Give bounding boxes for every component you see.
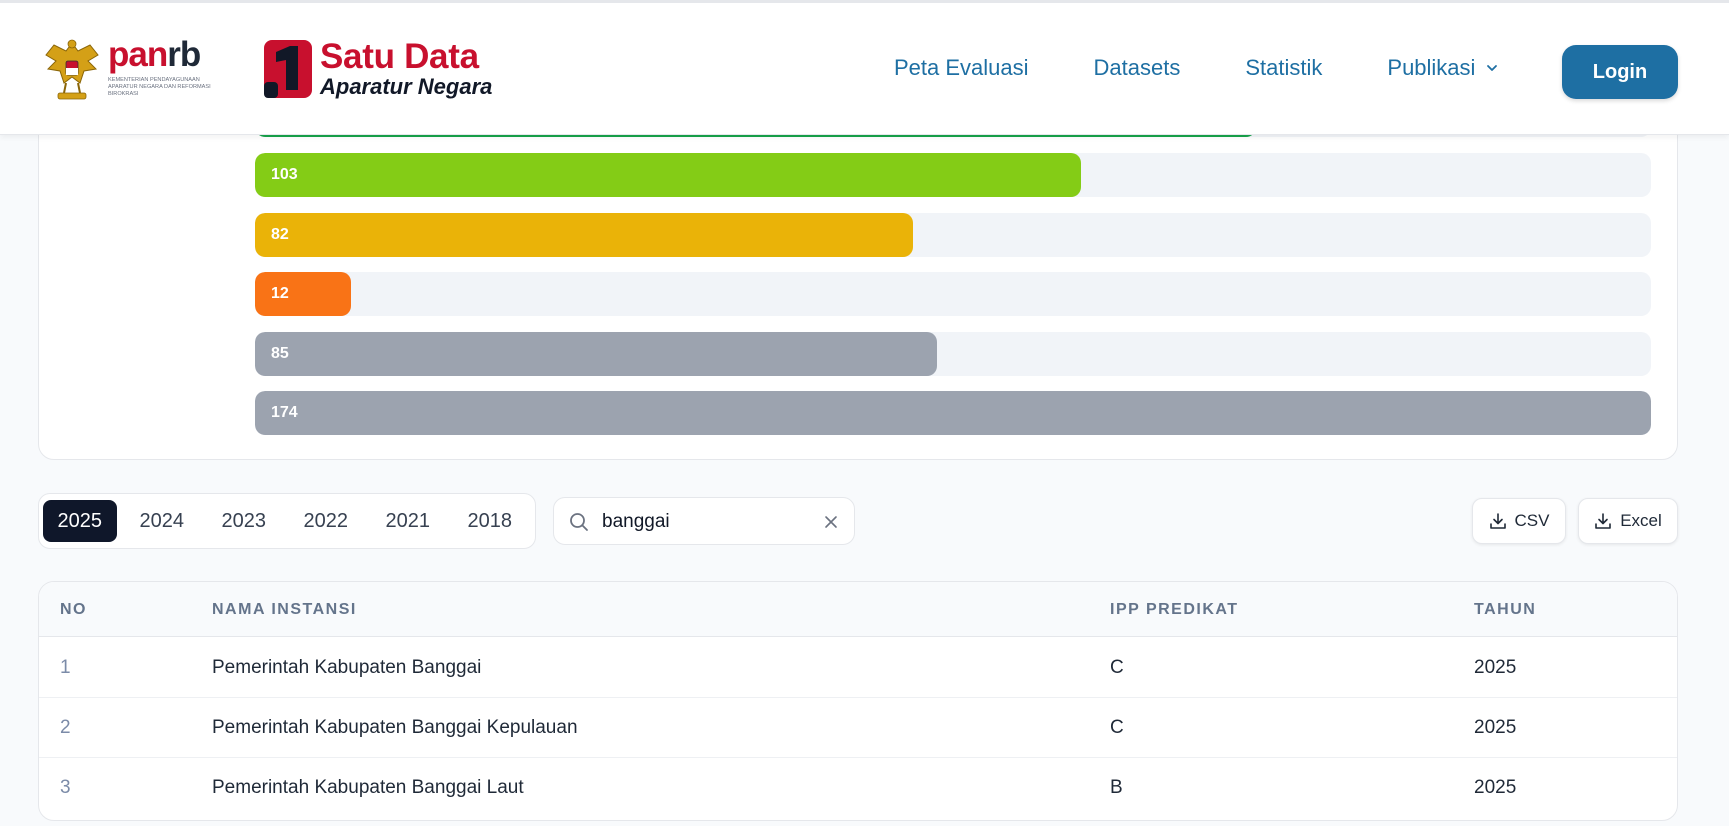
satu-data-title: Satu Data: [320, 37, 479, 76]
nav-statistik[interactable]: Statistik: [1245, 55, 1322, 81]
cell-no: 2: [60, 717, 71, 738]
chart-bar[interactable]: 174: [255, 391, 1651, 435]
chevron-down-icon: [1487, 65, 1498, 71]
chart-bar-row: D12: [39, 272, 1679, 316]
cell-no: 1: [60, 657, 71, 678]
search-icon: [570, 513, 588, 531]
chart-bar-row: -B85: [39, 332, 1679, 376]
chart-bar[interactable]: 85: [255, 332, 937, 376]
chart-bar-row: B103: [39, 153, 1679, 197]
tab-year-2022[interactable]: 2022: [289, 500, 363, 542]
panrb-wordmark: panrb: [108, 35, 201, 74]
cell-tahun: 2025: [1474, 657, 1517, 678]
download-excel-button[interactable]: Excel: [1578, 498, 1678, 544]
column-header-ipp-predikat[interactable]: IPP PREDIKAT: [1110, 582, 1239, 637]
cell-no: 3: [60, 777, 71, 798]
close-icon[interactable]: [822, 513, 840, 531]
predikat-chart-card: B103 C82 D12 -B85 -A174: [38, 93, 1679, 460]
bar-value-label: 174: [271, 404, 298, 421]
nav-peta-evaluasi[interactable]: Peta Evaluasi: [894, 55, 1029, 81]
chart-bar[interactable]: 103: [255, 153, 1081, 197]
panrb-subtitle: KEMENTERIAN PENDAYAGUNAAN APARATUR NEGAR…: [108, 77, 211, 97]
bar-value-label: 103: [271, 166, 298, 183]
bar-value-label: 85: [271, 345, 289, 362]
chart-bar[interactable]: 12: [255, 272, 351, 316]
table-row[interactable]: 2 Pemerintah Kabupaten Banggai Kepulauan…: [39, 698, 1677, 758]
year-tabs: 2025 2024 2023 2022 2021 2018: [38, 493, 536, 549]
cell-nama-instansi: Pemerintah Kabupaten Banggai Laut: [212, 777, 524, 798]
search-box: [553, 497, 855, 545]
table-row[interactable]: 1 Pemerintah Kabupaten Banggai C 2025: [39, 638, 1677, 698]
garuda-emblem-icon: [45, 39, 99, 100]
cell-predikat: C: [1110, 657, 1124, 678]
cell-predikat: B: [1110, 777, 1123, 798]
tab-year-2023[interactable]: 2023: [207, 500, 281, 542]
search-input[interactable]: [602, 506, 812, 538]
satu-data-subtitle: Aparatur Negara: [320, 74, 493, 99]
cell-nama-instansi: Pemerintah Kabupaten Banggai Kepulauan: [212, 717, 578, 738]
cell-tahun: 2025: [1474, 717, 1517, 738]
chart-bar[interactable]: 82: [255, 213, 913, 257]
bar-track: 85: [255, 332, 1651, 376]
site-header: panrb KEMENTERIAN PENDAYAGUNAAN APARATUR…: [0, 0, 1729, 135]
bar-track: 103: [255, 153, 1651, 197]
bar-track: 82: [255, 213, 1651, 257]
bar-value-label: 12: [271, 285, 289, 302]
download-csv-button[interactable]: CSV: [1472, 498, 1566, 544]
chart-bar-row: C82: [39, 213, 1679, 257]
tab-year-2024[interactable]: 2024: [125, 500, 199, 542]
column-header-no[interactable]: NO: [60, 582, 87, 637]
chart-bar-row: -A174: [39, 391, 1679, 435]
bar-track: 174: [255, 391, 1651, 435]
nav-publikasi[interactable]: Publikasi: [1387, 55, 1499, 81]
tab-year-2025[interactable]: 2025: [43, 500, 117, 542]
download-icon: [1489, 513, 1506, 529]
column-header-tahun[interactable]: TAHUN: [1474, 582, 1536, 637]
cell-predikat: C: [1110, 717, 1124, 738]
cell-nama-instansi: Pemerintah Kabupaten Banggai: [212, 657, 482, 678]
login-button[interactable]: Login: [1562, 45, 1678, 99]
table-row[interactable]: 3 Pemerintah Kabupaten Banggai Laut B 20…: [39, 758, 1677, 818]
main-nav: Peta Evaluasi Datasets Statistik Publika…: [894, 55, 1499, 81]
satu-data-mark-icon: [264, 40, 312, 98]
tab-year-2021[interactable]: 2021: [371, 500, 445, 542]
panrb-logo[interactable]: panrb KEMENTERIAN PENDAYAGUNAAN APARATUR…: [42, 37, 227, 107]
table-header: NO NAMA INSTANSI IPP PREDIKAT TAHUN: [39, 582, 1677, 637]
download-icon: [1595, 513, 1612, 529]
column-header-nama-instansi[interactable]: NAMA INSTANSI: [212, 582, 357, 637]
cell-tahun: 2025: [1474, 777, 1517, 798]
satu-data-logo[interactable]: Satu Data Aparatur Negara: [262, 38, 492, 100]
instansi-table: NO NAMA INSTANSI IPP PREDIKAT TAHUN 1 Pe…: [38, 581, 1678, 821]
bar-track: 12: [255, 272, 1651, 316]
bar-value-label: 82: [271, 226, 289, 243]
nav-datasets[interactable]: Datasets: [1094, 55, 1181, 81]
tab-year-2018[interactable]: 2018: [453, 500, 527, 542]
